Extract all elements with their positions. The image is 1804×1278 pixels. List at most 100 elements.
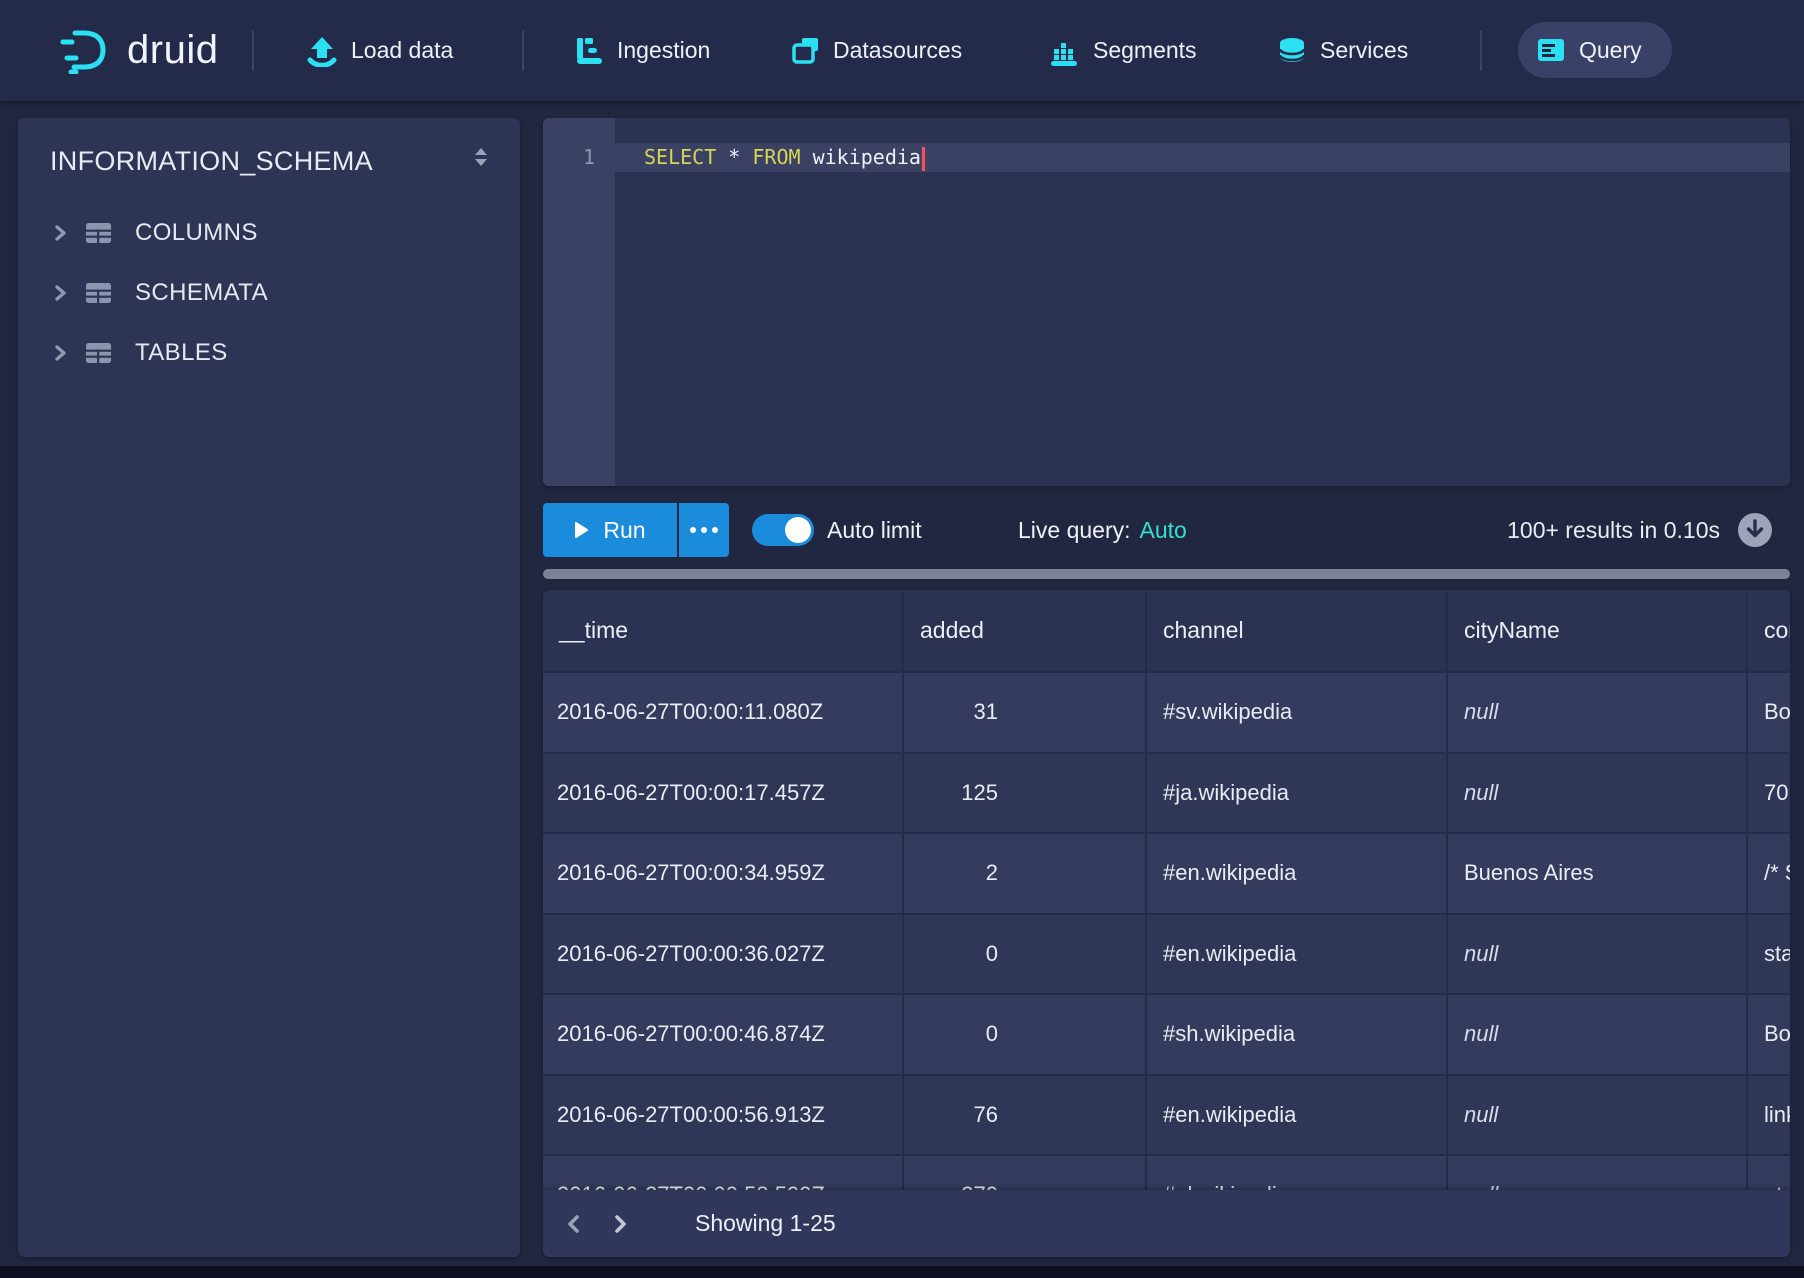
table-row[interactable]: 2016-06-27T00:00:34.959Z 2 #en.wikipedia… — [543, 832, 1790, 913]
cell-comment: /* S — [1746, 834, 1790, 913]
editor-line-number: 1 — [543, 143, 595, 172]
tree-item-columns[interactable]: COLUMNS — [18, 203, 520, 263]
run-label: Run — [603, 517, 645, 544]
bottom-edge — [0, 1266, 1804, 1278]
ellipsis-icon — [690, 527, 718, 533]
nav-item-datasources[interactable]: Datasources — [790, 0, 962, 101]
run-more-button[interactable] — [679, 503, 729, 557]
tree-item-schemata[interactable]: SCHEMATA — [18, 263, 520, 323]
sql-keyword: FROM — [752, 145, 800, 169]
chevron-right-icon[interactable] — [48, 220, 85, 246]
services-icon — [1277, 36, 1307, 66]
tree-label: COLUMNS — [135, 219, 258, 247]
nav-item-segments[interactable]: Segments — [1048, 0, 1197, 101]
chevron-right-icon[interactable] — [48, 340, 85, 366]
cell-channel: #ja.wikipedia — [1145, 754, 1446, 833]
navbar: druid Load data Ingestio — [0, 0, 1804, 101]
auto-limit-toggle[interactable] — [752, 514, 814, 546]
prev-page-button[interactable] — [551, 1190, 597, 1257]
brand-wordmark: druid — [127, 28, 218, 73]
sql-code-line[interactable]: SELECT * FROM wikipedia — [644, 143, 925, 172]
schema-title: INFORMATION_SCHEMA — [50, 146, 373, 176]
table-grid-icon — [85, 340, 135, 366]
cell-cityname: null — [1446, 673, 1746, 752]
sql-editor[interactable]: 1 SELECT * FROM wikipedia — [543, 118, 1790, 486]
column-header-comment[interactable]: comment — [1746, 590, 1790, 671]
table-row[interactable]: 2016-06-27T00:00:46.874Z 0 #sh.wikipedia… — [543, 993, 1790, 1074]
segments-icon — [1048, 35, 1080, 67]
pagination-bar: Showing 1-25 — [543, 1190, 1790, 1257]
column-header-cityname[interactable]: cityName — [1446, 590, 1746, 671]
table-row[interactable]: 2016-06-27T00:00:36.027Z 0 #en.wikipedia… — [543, 913, 1790, 994]
live-query-value[interactable]: Auto — [1140, 517, 1187, 544]
auto-limit-label: Auto limit — [827, 503, 922, 557]
schema-panel-header: INFORMATION_SCHEMA — [18, 118, 520, 177]
cell-comment: 70: — [1746, 754, 1790, 833]
divider — [1480, 31, 1482, 71]
table-row[interactable]: 2016-06-27T00:00:17.457Z 125 #ja.wikiped… — [543, 752, 1790, 833]
editor-gutter — [543, 118, 615, 486]
ingestion-icon — [574, 35, 604, 67]
nav-label: Ingestion — [617, 37, 710, 64]
play-icon — [574, 521, 589, 539]
sql-text: * — [716, 145, 752, 169]
tree-item-tables[interactable]: TABLES — [18, 323, 520, 383]
table-row[interactable]: 2016-06-27T00:00:56.913Z 76 #en.wikipedi… — [543, 1074, 1790, 1155]
table-row[interactable]: 2016-06-27T00:00:11.080Z 31 #sv.wikipedi… — [543, 671, 1790, 752]
nav-label: Segments — [1093, 37, 1197, 64]
live-query-label: Live query: — [1018, 517, 1131, 544]
download-results-button[interactable] — [1737, 512, 1773, 548]
tree-label: SCHEMATA — [135, 279, 268, 307]
query-icon — [1536, 35, 1566, 65]
cell-cityname: Buenos Aires — [1446, 834, 1746, 913]
cell-added: 0 — [902, 915, 1145, 994]
next-page-button[interactable] — [597, 1190, 643, 1257]
double-caret-sort-icon[interactable] — [468, 144, 494, 170]
column-header-time[interactable]: __time — [543, 590, 902, 671]
cell-channel: #en.wikipedia — [1145, 1076, 1446, 1155]
cell-cityname: null — [1446, 754, 1746, 833]
cell-channel: #en.wikipedia — [1145, 834, 1446, 913]
nav-item-query[interactable]: Query — [1518, 22, 1672, 78]
live-query: Live query: Auto — [1018, 503, 1187, 557]
run-button[interactable]: Run — [543, 503, 677, 557]
druid-logo-icon — [60, 28, 112, 74]
cell-channel: #en.wikipedia — [1145, 915, 1446, 994]
nav-label: Load data — [351, 37, 453, 64]
cell-comment: sta — [1746, 915, 1790, 994]
cell-cityname: null — [1446, 995, 1746, 1074]
horizontal-scrollbar[interactable] — [543, 569, 1790, 579]
divider — [522, 31, 524, 71]
schema-panel: INFORMATION_SCHEMA — [18, 118, 520, 1257]
druid-console: druid Load data Ingestio — [0, 0, 1804, 1278]
column-header-added[interactable]: added — [902, 590, 1145, 671]
cell-time: 2016-06-27T00:00:34.959Z — [543, 834, 902, 913]
nav-item-services[interactable]: Services — [1277, 0, 1408, 101]
cell-added: 76 — [902, 1076, 1145, 1155]
cell-comment: link — [1746, 1076, 1790, 1155]
nav-item-ingestion[interactable]: Ingestion — [574, 0, 710, 101]
results-table: __time added channel cityName comment 20… — [543, 590, 1790, 1257]
cell-added: 0 — [902, 995, 1145, 1074]
sql-keyword: SELECT — [644, 145, 716, 169]
tree-label: TABLES — [135, 339, 228, 367]
nav-label: Query — [1579, 37, 1642, 64]
cell-added: 125 — [902, 754, 1145, 833]
datasources-icon — [790, 36, 820, 66]
nav-label: Services — [1320, 37, 1408, 64]
text-cursor — [922, 147, 925, 171]
cell-time: 2016-06-27T00:00:46.874Z — [543, 995, 902, 1074]
nav-item-load-data[interactable]: Load data — [306, 0, 453, 101]
table-header-row: __time added channel cityName comment — [543, 590, 1790, 671]
toggle-knob — [785, 517, 811, 543]
load-data-icon — [306, 35, 338, 67]
nav-label: Datasources — [833, 37, 962, 64]
cell-cityname: null — [1446, 915, 1746, 994]
brand[interactable]: druid — [60, 0, 218, 101]
column-header-channel[interactable]: channel — [1145, 590, 1446, 671]
cell-channel: #sv.wikipedia — [1145, 673, 1446, 752]
cell-time: 2016-06-27T00:00:11.080Z — [543, 673, 902, 752]
chevron-right-icon[interactable] — [48, 280, 85, 306]
cell-added: 2 — [902, 834, 1145, 913]
cell-time: 2016-06-27T00:00:56.913Z — [543, 1076, 902, 1155]
